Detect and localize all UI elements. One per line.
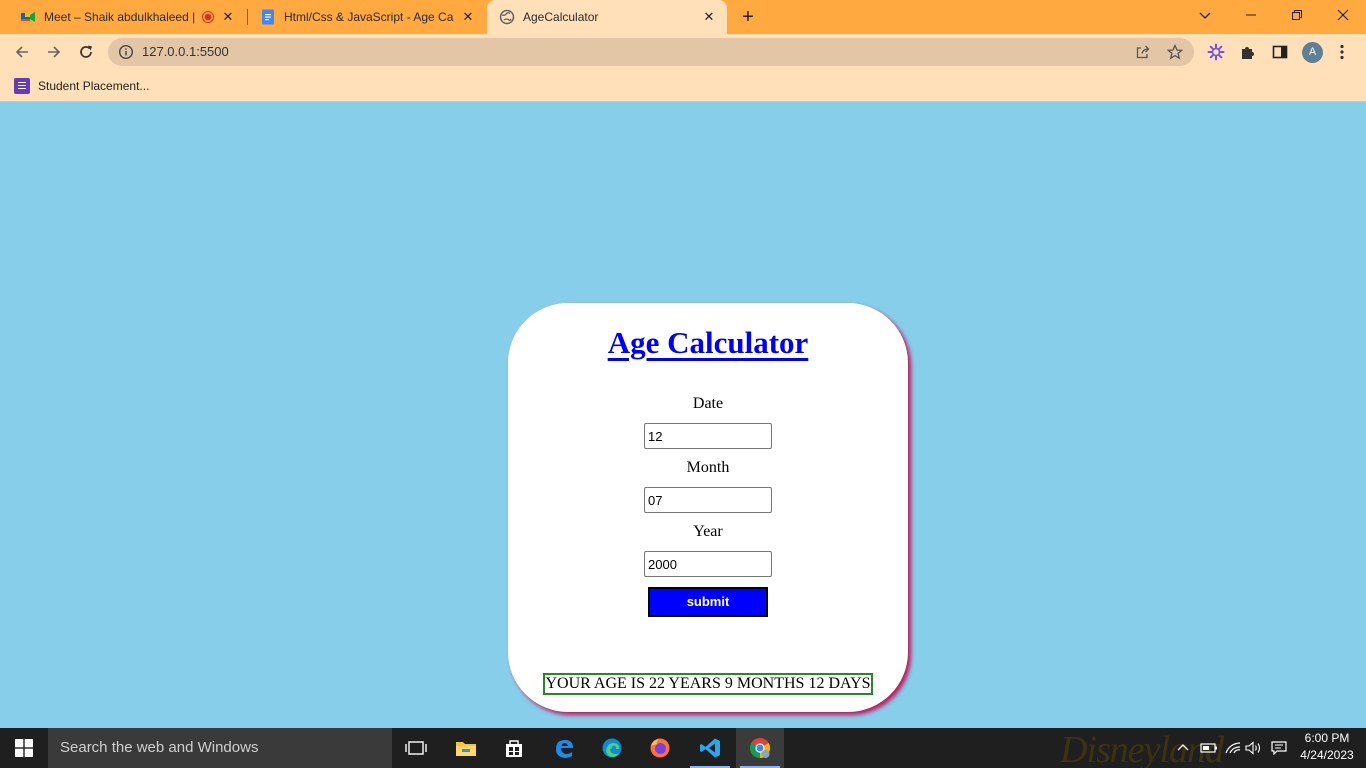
page-title: Age Calculator — [607, 325, 809, 360]
close-icon[interactable]: ✕ — [460, 9, 476, 25]
month-label: Month — [686, 459, 730, 476]
start-button[interactable] — [0, 728, 48, 768]
minimize-icon[interactable] — [1228, 0, 1274, 30]
firefox-icon[interactable] — [636, 728, 684, 768]
volume-icon[interactable] — [1244, 728, 1264, 768]
kebab-menu-icon[interactable] — [1332, 42, 1352, 62]
bookmark-student-placement[interactable]: Student Placement... — [14, 76, 149, 96]
side-panel-icon[interactable] — [1270, 42, 1290, 62]
restore-icon[interactable] — [1274, 0, 1320, 30]
tab-strip: Meet – Shaik abdulkhaleed | ✕ Html/Css &… — [0, 0, 1366, 34]
battery-icon[interactable] — [1198, 728, 1220, 768]
month-input[interactable] — [644, 487, 772, 513]
extensions-puzzle-icon[interactable] — [1238, 42, 1258, 62]
close-icon[interactable]: ✕ — [220, 9, 236, 25]
chevron-up-icon[interactable] — [1174, 728, 1192, 768]
share-icon[interactable] — [1134, 43, 1152, 61]
site-info-icon[interactable] — [118, 44, 134, 60]
google-forms-icon — [14, 78, 30, 94]
reload-icon[interactable] — [74, 40, 98, 64]
back-arrow-icon[interactable] — [10, 40, 34, 64]
windows-taskbar: Search the web and Windows Disneyland 6:… — [0, 728, 1366, 768]
new-tab-button[interactable]: + — [737, 6, 759, 28]
bookmark-label: Student Placement... — [38, 79, 150, 93]
edge-legacy-icon[interactable] — [540, 728, 588, 768]
tab-meet[interactable]: Meet – Shaik abdulkhaleed | ✕ — [8, 0, 246, 34]
forward-arrow-icon[interactable] — [42, 40, 66, 64]
file-explorer-icon[interactable] — [442, 728, 490, 768]
tab-search-chevron-icon[interactable] — [1182, 0, 1228, 30]
wifi-icon[interactable] — [1222, 728, 1244, 768]
edge-icon[interactable] — [588, 728, 636, 768]
windows-logo-icon — [15, 739, 33, 757]
url-text[interactable]: 127.0.0.1:5500 — [142, 38, 229, 66]
chrome-icon[interactable] — [736, 728, 784, 768]
date-input[interactable] — [644, 423, 772, 449]
age-calculator-card: Age Calculator Date Month Year submit YO… — [508, 303, 908, 712]
browser-toolbar: 127.0.0.1:5500 A — [0, 34, 1366, 70]
extension-spark-icon[interactable] — [1206, 42, 1226, 62]
year-input[interactable] — [644, 551, 772, 577]
age-result: YOUR AGE IS 22 YEARS 9 MONTHS 12 DAYS — [543, 673, 873, 695]
task-view-icon[interactable] — [392, 728, 440, 768]
tab-agecalculator-title: AgeCalculator — [523, 10, 599, 24]
google-docs-icon — [262, 9, 274, 25]
profile-avatar[interactable]: A — [1302, 42, 1323, 63]
globe-icon — [499, 9, 515, 25]
taskbar-search-box[interactable]: Search the web and Windows — [48, 728, 392, 768]
clock-date: 4/24/2023 — [1300, 748, 1354, 762]
submit-button[interactable]: submit — [648, 587, 768, 617]
tab-agecalculator[interactable]: AgeCalculator ✕ — [487, 0, 727, 34]
year-label: Year — [693, 523, 723, 540]
tab-docs-title: Html/Css & JavaScript - Age Calc — [284, 10, 454, 24]
system-clock[interactable]: 6:00 PM 4/24/2023 — [1292, 730, 1362, 766]
recording-icon — [202, 11, 214, 23]
tab-meet-title: Meet – Shaik abdulkhaleed | — [44, 10, 196, 24]
bookmark-star-icon[interactable] — [1166, 43, 1184, 61]
clock-time: 6:00 PM — [1304, 731, 1350, 745]
close-window-icon[interactable] — [1320, 0, 1366, 30]
date-label: Date — [692, 395, 724, 412]
vscode-icon[interactable] — [686, 728, 734, 768]
notifications-icon[interactable] — [1268, 728, 1290, 768]
close-icon[interactable]: ✕ — [701, 9, 717, 25]
address-bar[interactable]: 127.0.0.1:5500 — [108, 38, 1194, 66]
google-meet-icon — [21, 12, 35, 22]
tab-docs[interactable]: Html/Css & JavaScript - Age Calc ✕ — [248, 0, 486, 34]
store-icon[interactable] — [490, 728, 538, 768]
bookmarks-bar: Student Placement... — [0, 70, 1366, 102]
